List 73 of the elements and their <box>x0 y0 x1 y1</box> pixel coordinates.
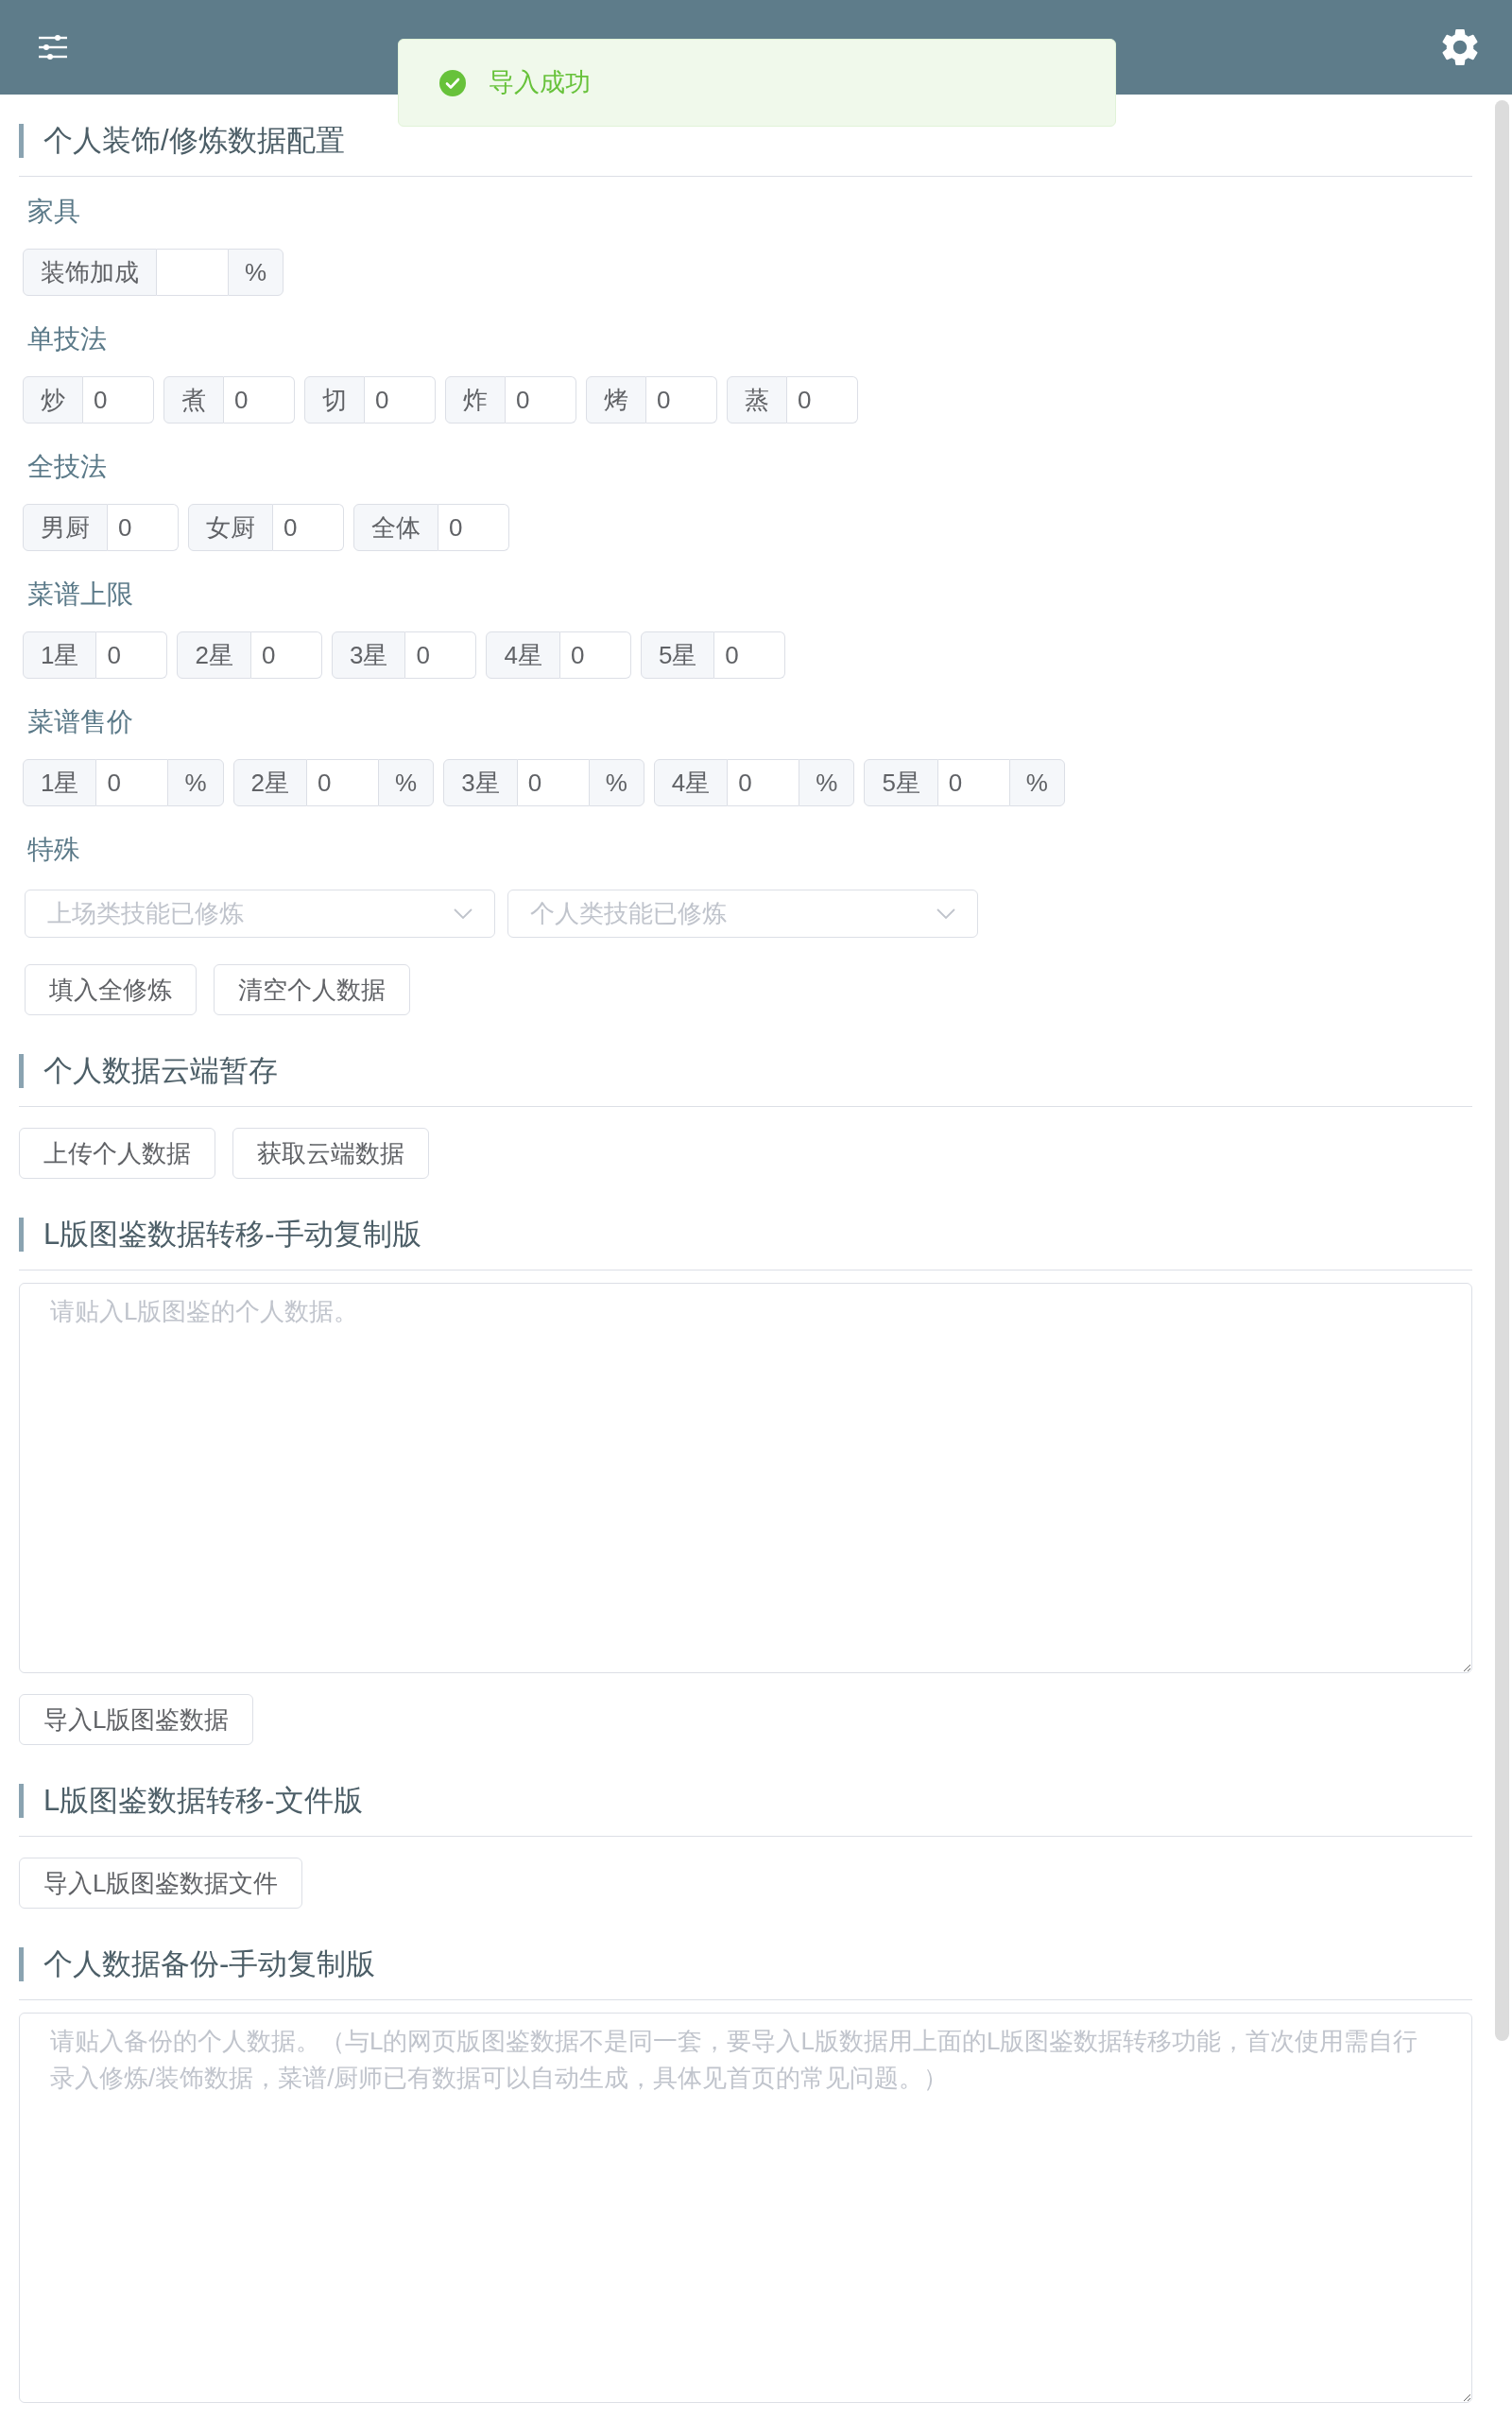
group-label: 菜谱上限 <box>27 579 134 611</box>
section-title: 个人数据云端暂存 <box>19 1054 1472 1088</box>
number-input[interactable]: 0 <box>108 504 179 551</box>
field-label: 3星 <box>443 759 518 806</box>
field-label: 炸 <box>445 376 506 424</box>
number-input[interactable]: 0 <box>405 631 477 679</box>
check-circle-icon <box>439 69 466 96</box>
unit-label: % <box>378 759 435 806</box>
number-input[interactable] <box>157 249 228 296</box>
field-label: 全体 <box>353 504 438 551</box>
number-input[interactable]: 0 <box>646 376 717 424</box>
skill-dropdown[interactable]: 上场类技能已修炼 <box>25 890 495 938</box>
action-button[interactable]: 导入L版图鉴数据文件 <box>19 1858 303 1909</box>
scrollbar-thumb[interactable] <box>1495 100 1509 2041</box>
action-button[interactable]: 填入全修炼 <box>25 964 197 1015</box>
number-input[interactable]: 0 <box>517 759 589 806</box>
field-label: 男厨 <box>23 504 108 551</box>
field-label: 蒸 <box>727 376 787 424</box>
field-label: 1星 <box>23 631 97 679</box>
group-label: 全技法 <box>27 451 108 483</box>
section-title: L版图鉴数据转移-手动复制版 <box>19 1218 1472 1252</box>
skill-dropdown[interactable]: 个人类技能已修炼 <box>507 890 978 938</box>
field-label: 2星 <box>232 759 308 806</box>
sliders-icon[interactable] <box>39 35 67 60</box>
section-title: 个人数据备份-手动复制版 <box>19 1947 1472 1981</box>
field-label: 女厨 <box>188 504 273 551</box>
number-input[interactable]: 0 <box>273 504 344 551</box>
number-input[interactable]: 0 <box>96 759 168 806</box>
number-input[interactable]: 0 <box>714 631 786 679</box>
section-title: L版图鉴数据转移-文件版 <box>19 1784 1472 1818</box>
field-label: 切 <box>304 376 365 424</box>
field-label: 5星 <box>864 759 938 806</box>
field-label: 4星 <box>653 759 729 806</box>
number-input[interactable]: 0 <box>224 376 295 424</box>
unit-label: % <box>588 759 644 806</box>
number-input[interactable]: 0 <box>787 376 858 424</box>
unit-label: % <box>799 759 855 806</box>
number-input[interactable]: 0 <box>307 759 379 806</box>
field-label: 5星 <box>640 631 715 679</box>
number-input[interactable]: 0 <box>728 759 799 806</box>
field-label: 煮 <box>163 376 224 424</box>
group-label: 菜谱售价 <box>27 706 134 738</box>
number-input[interactable]: 0 <box>365 376 436 424</box>
toast-message: 导入成功 <box>489 67 591 99</box>
number-input[interactable]: 0 <box>559 631 631 679</box>
field-label: 2星 <box>177 631 251 679</box>
field-label: 4星 <box>486 631 560 679</box>
unit-label: % <box>228 249 284 296</box>
group-label: 特殊 <box>27 834 81 866</box>
settings-icon[interactable] <box>1442 28 1478 66</box>
action-button[interactable]: 获取云端数据 <box>232 1128 429 1179</box>
chevron-down-icon <box>936 908 955 919</box>
unit-label: % <box>1008 759 1065 806</box>
number-input[interactable]: 0 <box>506 376 576 424</box>
number-input[interactable]: 0 <box>250 631 322 679</box>
field-label: 1星 <box>23 759 97 806</box>
field-label: 装饰加成 <box>23 249 157 296</box>
field-label: 3星 <box>331 631 406 679</box>
unit-label: % <box>167 759 224 806</box>
number-input[interactable]: 0 <box>96 631 168 679</box>
chevron-down-icon <box>454 908 472 919</box>
action-button[interactable]: 清空个人数据 <box>214 964 410 1015</box>
data-textarea[interactable]: 请贴入备份的个人数据。（与L的网页版图鉴数据不是同一套，要导入L版数据用上面的L版图鉴数据转移功能，首次使用需自行录入修炼/装饰数据，菜谱/厨师已有数据可以自动生成，具体见首页的常见问题。） <box>19 2013 1472 2403</box>
action-button[interactable]: 导入L版图鉴数据 <box>19 1694 254 1745</box>
number-input[interactable]: 0 <box>83 376 154 424</box>
number-input[interactable]: 0 <box>438 504 509 551</box>
action-button[interactable]: 上传个人数据 <box>19 1128 215 1179</box>
number-input[interactable]: 0 <box>937 759 1009 806</box>
data-textarea[interactable]: 请贴入L版图鉴的个人数据。 <box>19 1283 1472 1673</box>
field-label: 烤 <box>586 376 646 424</box>
group-label: 家具 <box>27 196 81 228</box>
field-label: 炒 <box>23 376 83 424</box>
group-label: 单技法 <box>27 323 108 355</box>
